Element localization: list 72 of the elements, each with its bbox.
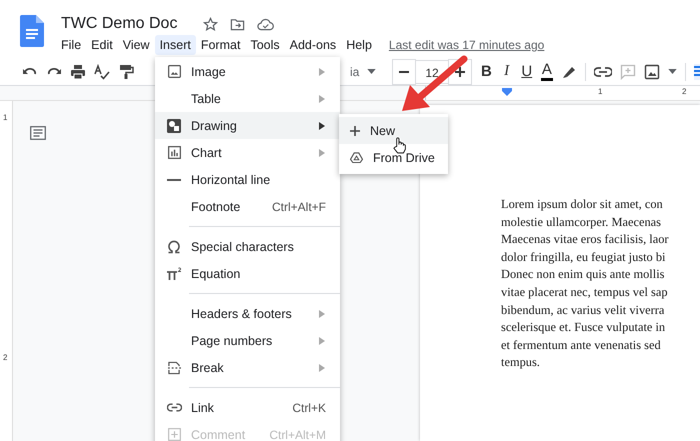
drive-icon bbox=[350, 152, 363, 163]
font-dropdown[interactable]: ia bbox=[350, 64, 360, 78]
ruler-number: 1 bbox=[598, 87, 602, 96]
align-left-icon[interactable] bbox=[694, 64, 700, 80]
ruler-number: 2 bbox=[682, 87, 686, 96]
body-text-line: dolor fringilla, eu feugiat justo bi bbox=[501, 248, 666, 266]
last-edit-link[interactable]: Last edit was 17 minutes ago bbox=[388, 38, 544, 52]
format-button[interactable]: B bbox=[480, 63, 492, 80]
caret-icon[interactable] bbox=[668, 69, 677, 74]
menu-item[interactable]: Break bbox=[155, 354, 340, 381]
menu-item[interactable]: Special characters bbox=[155, 233, 340, 260]
format-button[interactable]: I bbox=[500, 63, 513, 80]
menu-item[interactable]: Insert bbox=[154, 35, 196, 55]
page-break-icon bbox=[168, 360, 180, 374]
ruler-number: 2 bbox=[3, 353, 8, 362]
ruler-number: 1 bbox=[3, 113, 8, 122]
menu-item[interactable]: Format bbox=[196, 35, 246, 55]
menu-item[interactable]: View bbox=[118, 35, 155, 55]
submenu-item[interactable]: New bbox=[339, 117, 448, 144]
body-text-line: scelerisque et. Fusce vulputate in bbox=[501, 319, 666, 336]
menu-item[interactable]: Drawing bbox=[155, 112, 340, 139]
body-text-line: et fermentum ante venenatis sed bbox=[501, 336, 662, 354]
submenu-item[interactable]: From Drive bbox=[339, 144, 448, 171]
image-icon[interactable] bbox=[644, 64, 660, 80]
font-size-field[interactable]: 12 bbox=[416, 60, 448, 84]
add-comment-icon bbox=[168, 428, 180, 441]
menu-item[interactable]: Footnote Ctrl+Alt+F bbox=[155, 193, 340, 220]
minus-icon[interactable] bbox=[392, 58, 416, 84]
body-text-line: molestie ullamcorper. Maecenas bbox=[501, 214, 662, 231]
menu-item[interactable]: Edit bbox=[86, 35, 118, 55]
cloud-icon[interactable] bbox=[257, 18, 274, 30]
plus-icon[interactable] bbox=[448, 58, 472, 84]
spellcheck-icon[interactable] bbox=[94, 64, 110, 80]
menu-item[interactable]: Link Ctrl+K bbox=[155, 394, 340, 421]
menu-item[interactable]: Table bbox=[155, 85, 340, 112]
body-text-line: bibendum, ac varius velit viverra bbox=[501, 302, 666, 319]
body-text-line: tempus. bbox=[501, 354, 541, 372]
menu-item[interactable]: Page numbers bbox=[155, 327, 340, 354]
image-icon bbox=[168, 65, 180, 78]
pi-squared-icon bbox=[166, 266, 182, 280]
caret-icon[interactable] bbox=[367, 69, 376, 74]
folder-icon[interactable] bbox=[230, 16, 246, 32]
menu-item[interactable]: Add-ons bbox=[284, 35, 342, 55]
outline-icon[interactable] bbox=[30, 126, 46, 140]
format-button[interactable]: A bbox=[540, 62, 553, 81]
body-text-line: vitae placerat nec, tempus vel sap bbox=[501, 284, 669, 301]
menu-item[interactable]: Image bbox=[155, 58, 340, 85]
shapes-icon bbox=[167, 118, 181, 132]
horizontal-line-icon bbox=[167, 178, 181, 180]
menu-item[interactable]: Equation bbox=[155, 260, 340, 287]
paint-format-icon[interactable] bbox=[118, 64, 134, 80]
link-icon[interactable] bbox=[594, 66, 612, 76]
chart-icon bbox=[168, 146, 180, 159]
menu-item[interactable]: Horizontal line bbox=[155, 166, 340, 193]
hand-pointer-icon bbox=[393, 137, 406, 154]
menu-item[interactable]: File bbox=[56, 35, 86, 55]
menu-item[interactable]: Help bbox=[341, 35, 377, 55]
plus-icon bbox=[350, 126, 360, 136]
omega-icon bbox=[167, 240, 181, 254]
format-button[interactable]: U bbox=[520, 63, 533, 80]
star-icon[interactable] bbox=[203, 16, 218, 32]
document-title[interactable]: TWC Demo Doc bbox=[61, 15, 178, 33]
docs-logo-icon[interactable] bbox=[20, 15, 44, 47]
menu-item[interactable]: Tools bbox=[245, 35, 285, 55]
body-text-line: Donec non enim quis ante mollis bbox=[501, 266, 666, 284]
menu-item[interactable]: Chart bbox=[155, 139, 340, 166]
body-text-line: Lorem ipsum dolor sit amet, con bbox=[501, 196, 664, 213]
body-text-line: Maecenas vitae eros facilisis, laor bbox=[501, 231, 670, 248]
indent-marker-icon[interactable] bbox=[502, 88, 512, 96]
print-icon[interactable] bbox=[70, 64, 86, 80]
link-icon bbox=[166, 403, 182, 412]
menu-item[interactable]: Headers & footers bbox=[155, 300, 340, 327]
